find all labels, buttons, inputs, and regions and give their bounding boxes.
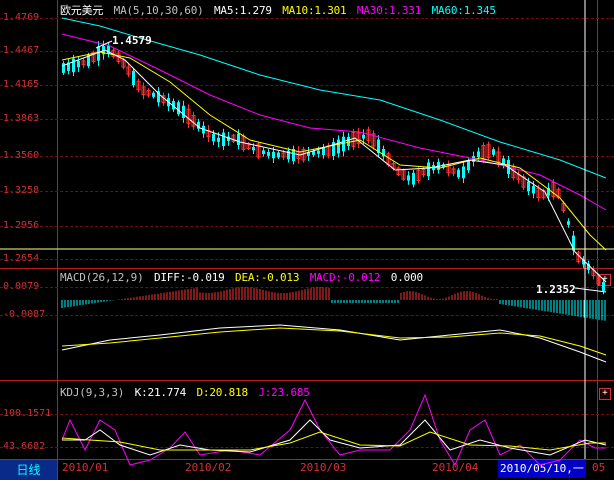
candle-body bbox=[182, 105, 185, 118]
candle-body bbox=[362, 134, 365, 139]
low-leader bbox=[574, 287, 607, 293]
chart-surface[interactable] bbox=[0, 0, 614, 480]
candle-body bbox=[477, 151, 480, 158]
high-annotation: 1.4579 bbox=[112, 34, 152, 47]
kdj-j-line bbox=[61, 393, 606, 467]
candle-body bbox=[457, 169, 460, 178]
candle-body bbox=[277, 152, 280, 158]
candle-body bbox=[462, 166, 465, 179]
ma30-line bbox=[61, 33, 607, 211]
candle-body bbox=[77, 60, 80, 68]
candle-body bbox=[252, 147, 255, 151]
candle-body bbox=[602, 282, 605, 291]
candle-body bbox=[212, 133, 215, 142]
candle-body bbox=[427, 162, 430, 177]
candle-body bbox=[322, 147, 325, 156]
candle-body bbox=[412, 172, 415, 185]
candle-body bbox=[217, 137, 220, 142]
candle-body bbox=[97, 46, 100, 61]
candle-body bbox=[567, 221, 570, 225]
candle-body bbox=[262, 150, 265, 155]
candle-body bbox=[492, 149, 495, 155]
candle-body bbox=[337, 139, 340, 154]
candle-body bbox=[347, 137, 350, 146]
candle-body bbox=[272, 151, 275, 159]
candle-body bbox=[467, 160, 470, 171]
candle-body bbox=[267, 152, 270, 156]
candle-body bbox=[132, 70, 135, 86]
candle-body bbox=[152, 92, 155, 97]
candle-body bbox=[222, 132, 225, 147]
candle-body bbox=[532, 185, 535, 194]
candle-body bbox=[527, 181, 530, 192]
low-annotation: 1.2352 bbox=[536, 283, 576, 296]
candle-body bbox=[407, 175, 410, 181]
candle-body bbox=[237, 133, 240, 146]
candle-body bbox=[72, 58, 75, 73]
macd-dea-line bbox=[61, 327, 607, 356]
candle-body bbox=[317, 150, 320, 154]
candle-body bbox=[177, 102, 180, 115]
